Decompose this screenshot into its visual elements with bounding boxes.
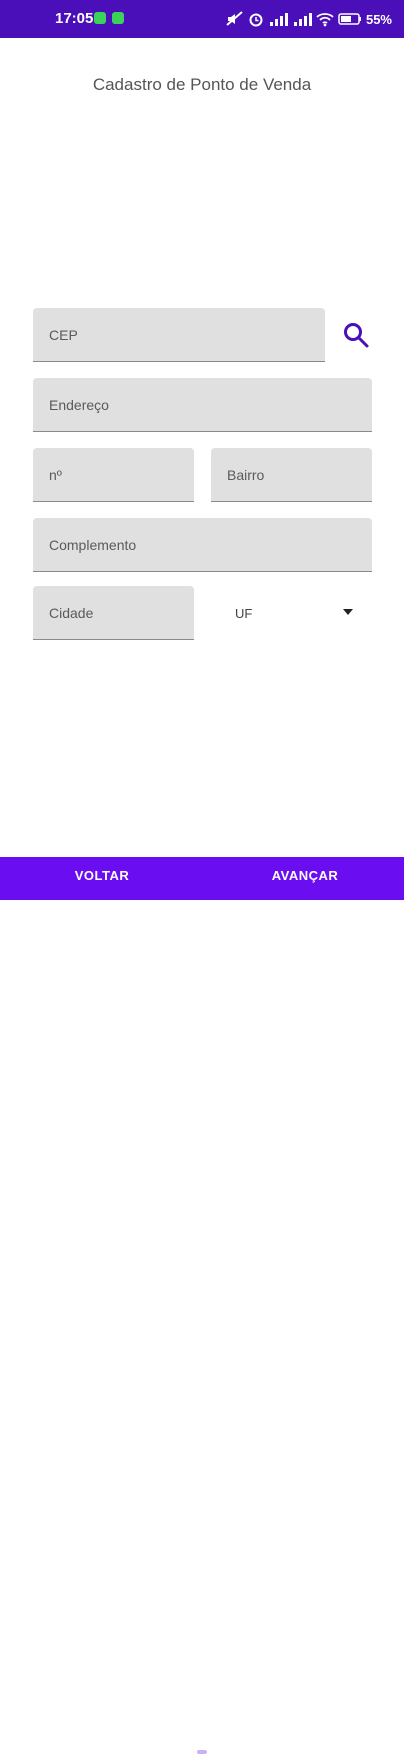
mute-icon xyxy=(226,11,243,26)
battery-level: 55% xyxy=(365,11,392,27)
back-button[interactable]: VOLTAR xyxy=(60,857,144,895)
uf-select[interactable]: UF xyxy=(224,596,358,632)
notification-icon xyxy=(94,12,106,24)
bairro-label: Bairro xyxy=(227,466,265,483)
bairro-field[interactable]: Bairro xyxy=(211,448,372,502)
numero-field[interactable]: nº xyxy=(33,448,194,502)
wifi-icon xyxy=(316,13,334,27)
status-icons: 55% xyxy=(226,8,392,30)
numero-label: nº xyxy=(49,466,62,483)
cep-label: CEP xyxy=(49,326,78,343)
endereco-field[interactable]: Endereço xyxy=(33,378,372,432)
endereco-label: Endereço xyxy=(49,396,109,413)
signal-icon xyxy=(293,13,312,26)
page-title: Cadastro de Ponto de Venda xyxy=(92,75,312,94)
complemento-field[interactable]: Complemento xyxy=(33,518,372,572)
next-button[interactable]: AVANÇAR xyxy=(260,857,350,895)
cep-field[interactable]: CEP xyxy=(33,308,325,362)
status-time: 17:05 xyxy=(55,10,94,27)
home-indicator[interactable] xyxy=(197,1750,207,1754)
alarm-icon xyxy=(249,13,263,27)
cidade-field[interactable]: Cidade xyxy=(33,586,194,640)
signal-icon xyxy=(269,13,288,26)
search-icon[interactable] xyxy=(342,321,370,349)
status-bar: 17:05 55% xyxy=(0,0,404,38)
bottom-action-bar: VOLTAR AVANÇAR xyxy=(0,857,404,1754)
cidade-label: Cidade xyxy=(49,604,94,621)
notification-icon xyxy=(112,12,124,24)
dropdown-arrow-icon xyxy=(343,609,353,615)
complemento-label: Complemento xyxy=(49,536,137,553)
uf-label: UF xyxy=(235,606,253,621)
battery-icon xyxy=(338,13,361,25)
